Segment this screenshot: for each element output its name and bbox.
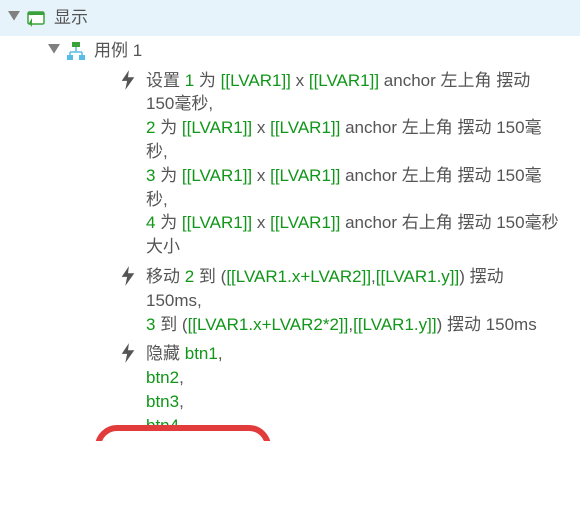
action-verb: 设置 — [146, 71, 185, 90]
action-text: x — [291, 71, 309, 90]
action-param: [[LVAR1]] — [182, 118, 252, 137]
action-text: 到 ( — [155, 315, 187, 334]
lightning-icon — [116, 69, 140, 98]
event-row-root[interactable]: 显示 — [0, 0, 580, 36]
disclosure-triangle-icon[interactable] — [44, 39, 64, 63]
event-root-label: 显示 — [54, 6, 580, 30]
action-param: 2 — [185, 267, 194, 286]
action-param: [[LVAR1.y]] — [353, 315, 436, 334]
action-param: 1 — [185, 71, 194, 90]
case-label: 用例 1 — [94, 39, 580, 63]
action-verb: 隐藏 — [146, 344, 185, 363]
action-description: 隐藏 btn1,btn2,btn3,btn4 — [146, 342, 580, 437]
action-text: 为 — [155, 213, 181, 232]
action-verb: 移动 — [146, 267, 185, 286]
action-text: , — [179, 392, 184, 411]
action-text: 到 ( — [194, 267, 226, 286]
action-row[interactable]: 移动 2 到 ([[LVAR1.x+LVAR2]],[[LVAR1.y]]) 摆… — [0, 262, 580, 339]
action-param: [[LVAR1]] — [182, 213, 252, 232]
action-param: [[LVAR1]] — [270, 118, 340, 137]
lightning-icon — [116, 265, 140, 294]
action-row[interactable]: 隐藏 btn1,btn2,btn3,btn4 — [0, 339, 580, 440]
page-icon — [24, 6, 48, 30]
action-text: ) 摆动 150ms — [437, 315, 537, 334]
action-param: [[LVAR1.x+LVAR2*2]] — [188, 315, 349, 334]
case-row[interactable]: 用例 1 — [0, 36, 580, 66]
action-param: btn4 — [146, 416, 179, 435]
action-text: 为 — [155, 166, 181, 185]
action-text: x — [252, 118, 270, 137]
action-text: , — [218, 344, 223, 363]
flow-icon — [64, 39, 88, 63]
action-text: , — [179, 368, 184, 387]
action-param: [[LVAR1]] — [309, 71, 379, 90]
action-text: 为 — [194, 71, 220, 90]
action-param: btn1 — [185, 344, 218, 363]
lightning-icon — [116, 342, 140, 371]
action-text: 为 — [155, 118, 181, 137]
action-param: [[LVAR1]] — [182, 166, 252, 185]
action-param: [[LVAR1.x+LVAR2]] — [226, 267, 371, 286]
action-text: x — [252, 166, 270, 185]
action-text: x — [252, 213, 270, 232]
disclosure-triangle-icon[interactable] — [4, 6, 24, 30]
action-param: [[LVAR1]] — [221, 71, 291, 90]
action-description: 设置 1 为 [[LVAR1]] x [[LVAR1]] anchor 左上角 … — [146, 69, 580, 259]
action-row[interactable]: 设置 1 为 [[LVAR1]] x [[LVAR1]] anchor 左上角 … — [0, 66, 580, 262]
action-param: [[LVAR1]] — [270, 166, 340, 185]
action-param: btn3 — [146, 392, 179, 411]
action-param: [[LVAR1]] — [270, 213, 340, 232]
action-param: btn2 — [146, 368, 179, 387]
action-description: 移动 2 到 ([[LVAR1.x+LVAR2]],[[LVAR1.y]]) 摆… — [146, 265, 580, 336]
event-tree: 显示 用例 1 设置 1 为 [[LVAR1]] x [[LVAR1]] anc… — [0, 0, 580, 441]
action-param: [[LVAR1.y]] — [376, 267, 459, 286]
